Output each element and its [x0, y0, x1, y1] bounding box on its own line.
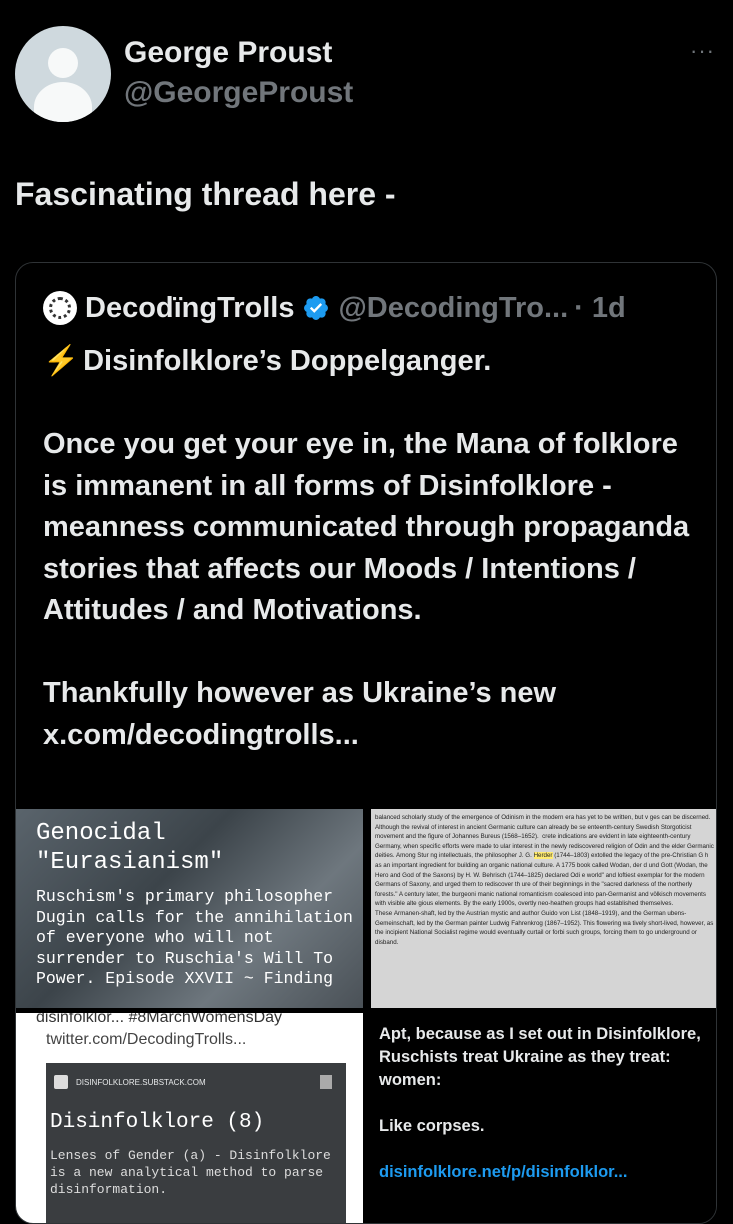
- link-card-title: Disinfolklore (8): [50, 1111, 265, 1134]
- author-avatar[interactable]: [15, 26, 111, 122]
- media-grid: Genocidal "Eurasianism" Ruschism's prima…: [16, 809, 716, 1223]
- media-image-2[interactable]: balanced scholarly study of the emergenc…: [371, 809, 716, 1008]
- image-3-url: twitter.com/DecodingTrolls...: [46, 1031, 247, 1048]
- author-name[interactable]: George Proust: [124, 36, 332, 70]
- author-handle[interactable]: @GeorgeProust: [124, 76, 353, 110]
- image-3-top-text: disinfolklor... #8MarchWomensDay: [36, 1013, 283, 1026]
- quoted-tweet[interactable]: DecodïngTrolls @DecodingTro... · 1d ⚡ Dis…: [15, 262, 717, 1224]
- quoted-tweet-text: ⚡ Disinfolklore’s Doppelganger. Once you …: [43, 341, 703, 756]
- quoted-tweet-header: DecodïngTrolls @DecodingTro... · 1d: [43, 288, 626, 328]
- image-2-text: balanced scholarly study of the emergenc…: [375, 814, 714, 946]
- image-4-link: disinfolklore.net/p/disinfolklor...: [379, 1163, 628, 1181]
- image-1-text: Ruschism's primary philosopher Dugin cal…: [36, 887, 353, 988]
- quoted-author-avatar[interactable]: [43, 291, 77, 325]
- image-4-text: Apt, because as I set out in Disinfolklo…: [379, 1023, 709, 1184]
- quoted-author-handle[interactable]: @DecodingTro...: [338, 292, 568, 325]
- bookmark-icon: [320, 1075, 332, 1089]
- highlighted-word: Herder: [533, 852, 553, 860]
- media-image-3[interactable]: disinfolklor... #8MarchWomensDay twitter…: [16, 1013, 363, 1223]
- link-card-site: DISINFOLKLORE.SUBSTACK.COM: [76, 1078, 206, 1087]
- default-avatar-head-icon: [48, 48, 78, 78]
- quoted-title: Disinfolklore’s Doppelganger.: [83, 345, 492, 377]
- quoted-timestamp[interactable]: · 1d: [574, 292, 626, 325]
- verified-badge-icon: [304, 296, 329, 320]
- quoted-paragraph-2: Thankfully however as Ukraine’s new: [43, 677, 557, 709]
- lightning-bolt-icon: ⚡: [43, 345, 80, 377]
- image-1-title: Genocidal "Eurasianism": [36, 820, 224, 876]
- more-options-icon[interactable]: ···: [690, 38, 715, 64]
- substack-logo-icon: [54, 1075, 68, 1089]
- show-more-link[interactable]: x.com/decodingtrolls...: [43, 715, 703, 757]
- link-card-description: Lenses of Gender (a) - Disinfolklore is …: [50, 1148, 331, 1197]
- quoted-author-name[interactable]: DecodïngTrolls: [85, 292, 294, 325]
- quoted-paragraph-1: Once you get your eye in, the Mana of fo…: [43, 428, 690, 626]
- tweet-text: Fascinating thread here -: [15, 176, 396, 212]
- media-image-4[interactable]: Apt, because as I set out in Disinfolklo…: [371, 1013, 716, 1223]
- default-avatar-body-icon: [34, 82, 92, 122]
- media-image-1[interactable]: Genocidal "Eurasianism" Ruschism's prima…: [16, 809, 363, 1008]
